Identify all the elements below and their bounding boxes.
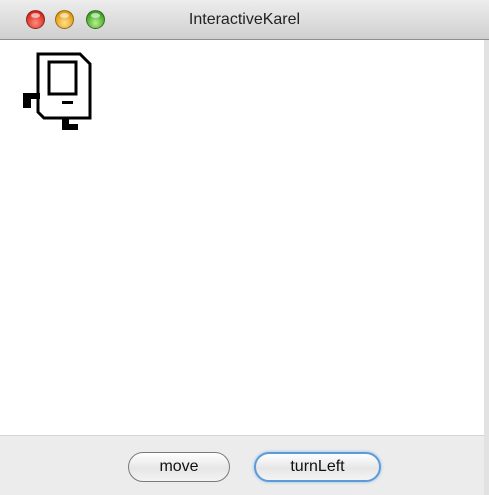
title-bar: InteractiveKarel xyxy=(0,0,489,40)
move-button[interactable]: move xyxy=(128,452,230,482)
window: InteractiveKarel move turnLeft xyxy=(0,0,489,495)
world-canvas xyxy=(0,40,484,435)
turn-left-button[interactable]: turnLeft xyxy=(254,452,381,482)
window-edge xyxy=(484,40,489,495)
window-title: InteractiveKarel xyxy=(188,11,301,28)
control-bar: move turnLeft xyxy=(0,435,484,495)
karel-robot-icon xyxy=(23,52,92,130)
